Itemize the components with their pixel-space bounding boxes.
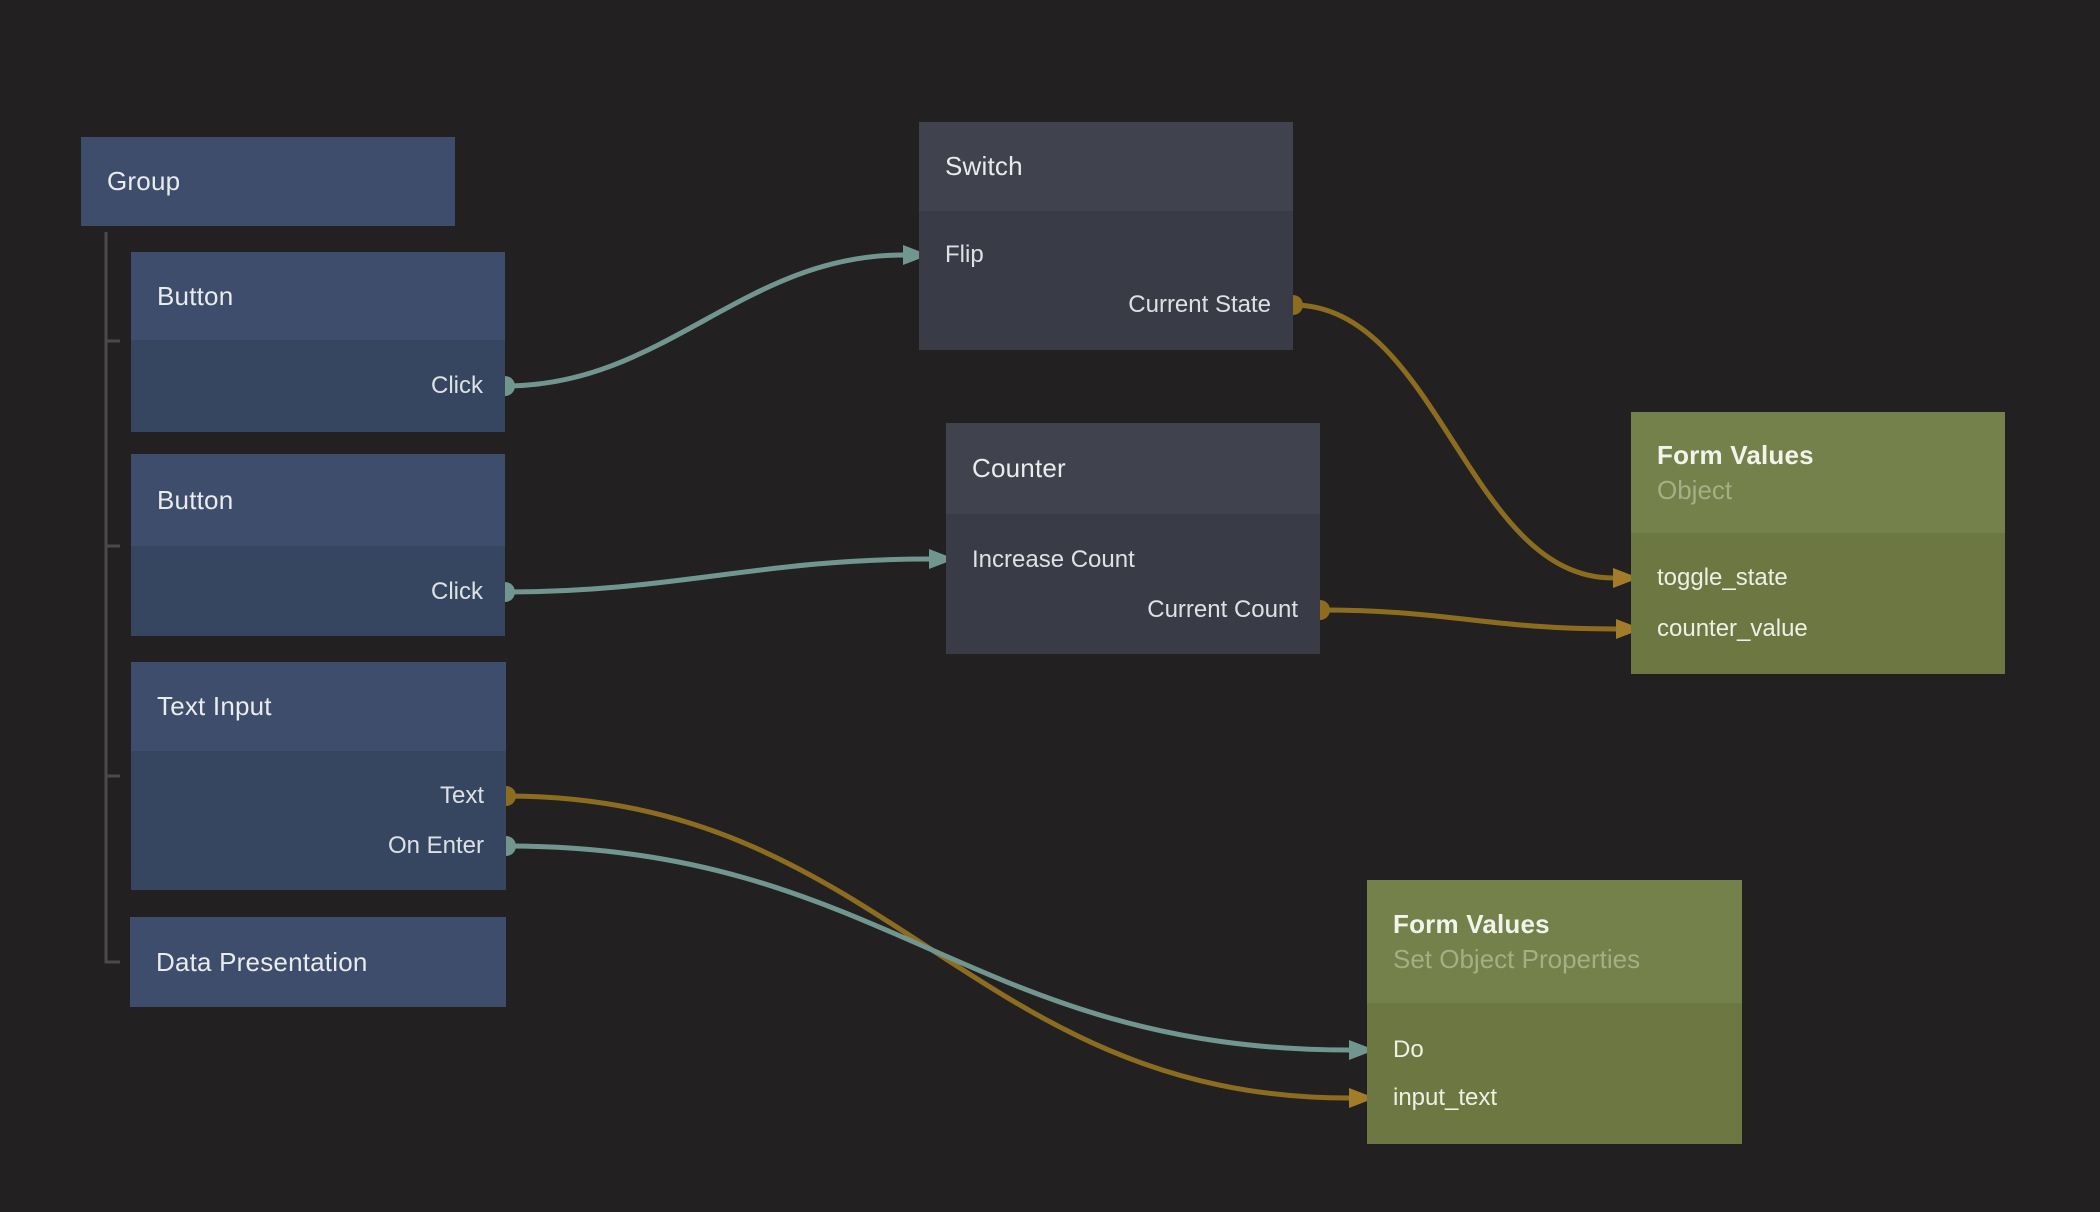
edge-button1-click-to-switch-flip[interactable]: [505, 255, 903, 386]
port-label-input-text[interactable]: input_text: [1393, 1084, 1497, 1112]
port-label-button2-click[interactable]: Click: [431, 578, 483, 606]
node-button2[interactable]: Button Click: [131, 454, 505, 636]
node-subtitle: Set Object Properties: [1393, 942, 1742, 977]
group-tree-line: [106, 232, 120, 962]
node-group-header: Group: [81, 137, 455, 226]
edge-button2-click-to-counter-increase[interactable]: [505, 559, 929, 592]
edge-textinput-onenter-to-do[interactable]: [506, 846, 1349, 1050]
node-title: Counter: [972, 451, 1320, 486]
node-form-values-object[interactable]: Form Values Object toggle_state counter_…: [1631, 412, 2005, 674]
node-button1-header: Button: [131, 252, 505, 340]
node-title: Group: [107, 164, 455, 199]
node-title: Form Values: [1393, 907, 1742, 942]
node-form-values-object-header: Form Values Object: [1631, 412, 2005, 533]
node-button2-header: Button: [131, 454, 505, 546]
node-counter-header: Counter: [946, 423, 1320, 514]
port-label-textinput-text[interactable]: Text: [440, 782, 484, 810]
node-title: Form Values: [1657, 438, 2005, 473]
node-data-presentation[interactable]: Data Presentation: [130, 917, 506, 1007]
node-switch-header: Switch: [919, 122, 1293, 211]
node-button1[interactable]: Button Click: [131, 252, 505, 432]
node-title: Text Input: [157, 689, 506, 724]
node-editor-canvas[interactable]: Group Button Click Button Click Text Inp…: [0, 0, 2100, 1212]
node-text-input-header: Text Input: [131, 662, 506, 751]
port-label-do[interactable]: Do: [1393, 1036, 1424, 1064]
node-text-input[interactable]: Text Input Text On Enter: [131, 662, 506, 890]
node-group[interactable]: Group: [81, 137, 455, 226]
port-label-switch-flip[interactable]: Flip: [945, 241, 984, 269]
port-label-textinput-onenter[interactable]: On Enter: [388, 832, 484, 860]
node-title: Switch: [945, 149, 1293, 184]
node-counter[interactable]: Counter Increase Count Current Count: [946, 423, 1320, 654]
node-title: Button: [157, 279, 505, 314]
port-label-button1-click[interactable]: Click: [431, 372, 483, 400]
node-form-values-set[interactable]: Form Values Set Object Properties Do inp…: [1367, 880, 1742, 1144]
port-label-switch-currentstate[interactable]: Current State: [1128, 291, 1271, 319]
node-switch[interactable]: Switch Flip Current State: [919, 122, 1293, 350]
node-data-presentation-header: Data Presentation: [130, 917, 506, 1007]
port-label-counter-value[interactable]: counter_value: [1657, 615, 1808, 643]
edge-switch-state-to-toggle-state[interactable]: [1293, 305, 1613, 578]
node-form-values-set-header: Form Values Set Object Properties: [1367, 880, 1742, 1003]
node-subtitle: Object: [1657, 473, 2005, 508]
port-label-counter-currentcount[interactable]: Current Count: [1147, 596, 1298, 624]
port-label-counter-increase[interactable]: Increase Count: [972, 546, 1135, 574]
node-title: Button: [157, 483, 505, 518]
edge-counter-count-to-counter-value[interactable]: [1320, 610, 1616, 629]
port-label-toggle-state[interactable]: toggle_state: [1657, 564, 1788, 592]
node-title: Data Presentation: [156, 945, 506, 980]
